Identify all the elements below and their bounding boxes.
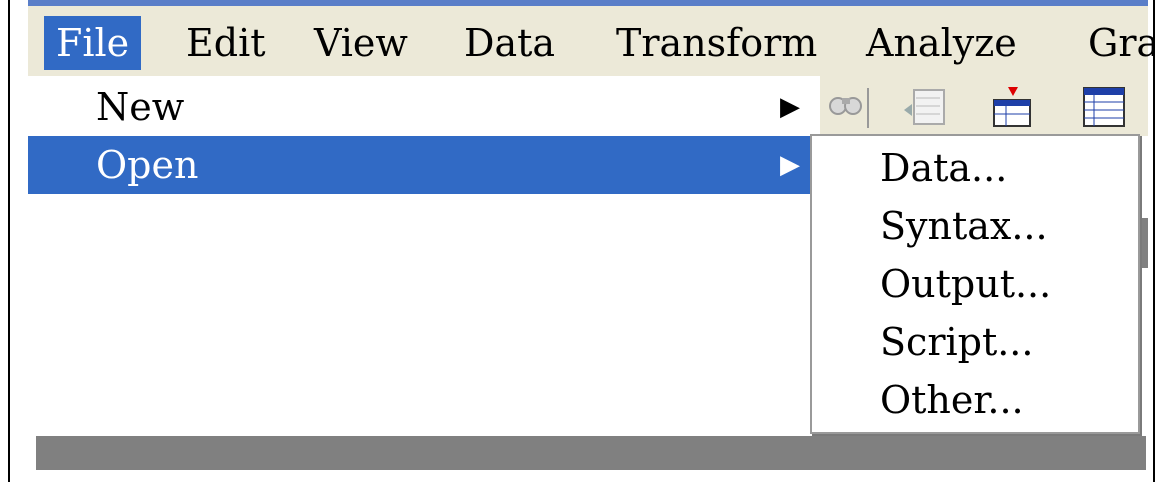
menu-item-label: Open [96,143,199,187]
submenu-item-syntax[interactable]: Syntax... [812,198,1138,254]
menu-view[interactable]: View [302,16,420,70]
menu-bar: File Edit View Data Transform Analyze Gr… [28,6,1155,78]
menu-item-open[interactable]: Open ▶ [28,136,820,194]
submenu-item-output[interactable]: Output... [812,256,1138,312]
submenu-arrow-icon: ▶ [780,92,800,122]
submenu-item-other[interactable]: Other... [812,372,1138,428]
insert-variable-icon[interactable] [988,84,1036,130]
menu-item-new[interactable]: New ▶ [28,78,820,136]
submenu-item-data[interactable]: Data... [812,140,1138,196]
menu-transform[interactable]: Transform [604,16,829,70]
menu-file[interactable]: File [44,16,142,70]
find-icon[interactable] [822,84,870,130]
open-submenu: Data... Syntax... Output... Script... Ot… [810,134,1140,434]
menu-graphs[interactable]: Gra [1076,16,1155,70]
status-bar [36,436,1146,470]
data-grid-icon[interactable] [1080,84,1128,130]
menu-data[interactable]: Data [452,16,567,70]
toolbar [818,76,1148,136]
submenu-item-script[interactable]: Script... [812,314,1138,370]
menu-edit[interactable]: Edit [174,16,278,70]
menu-item-label: New [96,85,185,129]
file-dropdown-menu: New ▶ Open ▶ [28,76,820,196]
goto-case-icon[interactable] [900,84,948,130]
menu-analyze[interactable]: Analyze [854,16,1029,70]
submenu-arrow-icon: ▶ [780,150,800,180]
